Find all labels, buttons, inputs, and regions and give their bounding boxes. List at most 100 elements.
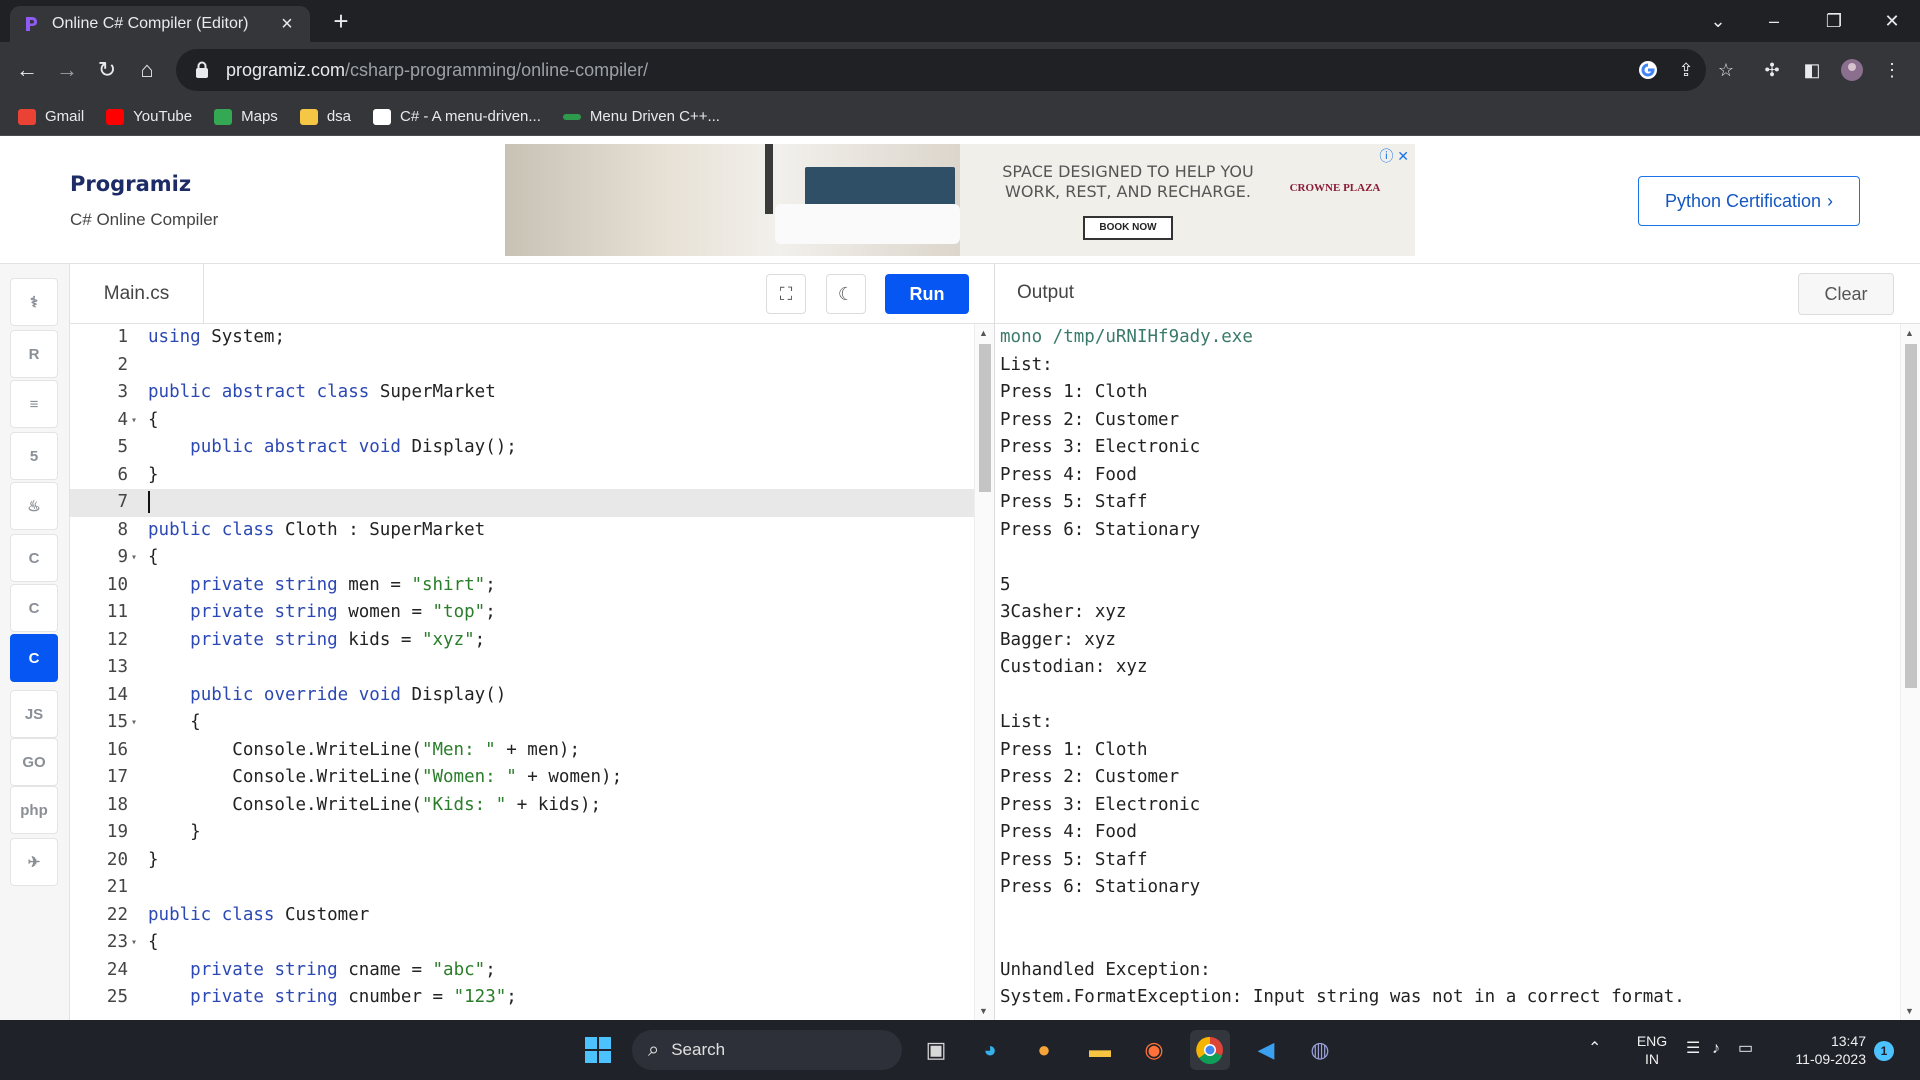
reload-icon[interactable]: ↻ — [91, 54, 123, 86]
bookmark-csharp-menu[interactable]: C# - A menu-driven... — [373, 108, 541, 125]
close-tab-icon[interactable]: × — [276, 13, 298, 35]
code-line[interactable]: 12 private string kids = "xyz"; — [70, 627, 974, 655]
vscode-icon[interactable]: ◀ — [1246, 1030, 1286, 1070]
fullscreen-icon[interactable]: ⛶ — [766, 274, 806, 314]
scroll-down-icon[interactable]: ▼ — [979, 1006, 988, 1016]
code-line[interactable]: 25 private string cnumber = "123"; — [70, 984, 974, 1012]
python-certification-button[interactable]: Python Certification › — [1638, 176, 1860, 226]
lang-swift-button[interactable]: ✈ — [10, 838, 58, 886]
fold-toggle-icon[interactable]: ▾ — [131, 709, 137, 737]
file-explorer-icon[interactable]: ▬ — [1080, 1030, 1120, 1070]
programiz-logo[interactable]: Programiz — [70, 172, 191, 196]
code-line[interactable]: 20} — [70, 847, 974, 875]
code-line[interactable]: 8 public class Cloth : SuperMarket — [70, 517, 974, 545]
fold-toggle-icon[interactable]: ▾ — [131, 407, 137, 435]
lang-js-button[interactable]: JS — [10, 690, 58, 738]
code-line[interactable]: 17 Console.WriteLine("Women: " + women); — [70, 764, 974, 792]
file-tab[interactable]: Main.cs — [70, 264, 204, 324]
tab-search-icon[interactable]: ⌄ — [1690, 0, 1746, 42]
output-scroll-thumb[interactable] — [1905, 344, 1917, 688]
code-line[interactable]: 16 Console.WriteLine("Men: " + men); — [70, 737, 974, 765]
new-tab-icon[interactable]: + — [326, 8, 356, 34]
bookmark-youtube[interactable]: YouTube — [106, 108, 192, 125]
bookmark-star-icon[interactable]: ☆ — [1714, 58, 1738, 82]
code-line[interactable]: 10 private string men = "shirt"; — [70, 572, 974, 600]
code-line[interactable]: 4 ▾ { — [70, 407, 974, 435]
code-line[interactable]: 11 private string women = "top"; — [70, 599, 974, 627]
code-line[interactable]: 24 private string cname = "abc"; — [70, 957, 974, 985]
scroll-down-icon[interactable]: ▼ — [1905, 1006, 1914, 1016]
bookmark-dsa[interactable]: dsa — [299, 108, 351, 125]
clear-button[interactable]: Clear — [1798, 273, 1894, 315]
google-lens-icon[interactable] — [1636, 58, 1660, 82]
windows-start-icon[interactable] — [578, 1030, 618, 1070]
ad-book-now-button[interactable]: BOOK NOW — [1083, 216, 1173, 240]
code-line[interactable]: 22 public class Customer — [70, 902, 974, 930]
bookmark-gmail[interactable]: Gmail — [18, 108, 84, 125]
firefox-icon[interactable]: ◉ — [1134, 1030, 1174, 1070]
ad-close-icon[interactable]: ⓘ ✕ — [1379, 146, 1409, 166]
tray-overflow-icon[interactable]: ⌃ — [1588, 1040, 1601, 1058]
close-window-icon[interactable]: ✕ — [1864, 0, 1920, 42]
chrome-icon[interactable] — [1190, 1030, 1230, 1070]
clock[interactable]: 13:47 11-09-2023 — [1776, 1032, 1866, 1068]
address-bar[interactable]: programiz.com/csharp-programming/online-… — [176, 49, 1734, 91]
back-icon[interactable]: ← — [11, 54, 43, 86]
share-icon[interactable]: ⇪ — [1674, 58, 1698, 82]
lang-cpp-button[interactable]: C — [10, 584, 58, 632]
eclipse-icon[interactable]: ◍ — [1300, 1030, 1340, 1070]
code-line[interactable]: 7 — [70, 489, 974, 517]
bookmark-menu-driven-cpp[interactable]: Menu Driven C++... — [562, 108, 720, 125]
task-view-icon[interactable]: ▣ — [916, 1030, 956, 1070]
code-line[interactable]: 15 ▾ { — [70, 709, 974, 737]
language-indicator[interactable]: ENG IN — [1632, 1032, 1672, 1068]
lang-sql-button[interactable]: ≡ — [10, 380, 58, 428]
bookmark-maps[interactable]: Maps — [214, 108, 278, 125]
ad-banner[interactable]: SPACE DESIGNED TO HELP YOU WORK, REST, A… — [505, 144, 1415, 256]
fold-toggle-icon[interactable]: ▾ — [131, 544, 137, 572]
code-line[interactable]: 19 } — [70, 819, 974, 847]
code-line[interactable]: 21 — [70, 874, 974, 902]
home-icon[interactable]: ⌂ — [131, 54, 163, 86]
restore-icon[interactable]: ❐ — [1806, 0, 1862, 42]
code-line[interactable]: 18 Console.WriteLine("Kids: " + kids); — [70, 792, 974, 820]
code-line[interactable]: 5 public abstract void Display(); — [70, 434, 974, 462]
profile-avatar[interactable] — [1836, 54, 1868, 86]
lang-java-button[interactable]: ♨ — [10, 482, 58, 530]
battery-icon[interactable]: ▭ — [1738, 1040, 1753, 1058]
lang-python-button[interactable]: ⚕ — [10, 278, 58, 326]
lang-c-button[interactable]: C — [10, 534, 58, 582]
code-line[interactable]: 9 ▾ { — [70, 544, 974, 572]
side-panel-icon[interactable]: ◧ — [1796, 54, 1828, 86]
fold-toggle-icon[interactable]: ▾ — [131, 929, 137, 957]
run-button[interactable]: Run — [885, 274, 969, 314]
volume-icon[interactable]: ♪ — [1712, 1040, 1720, 1058]
editor-scroll-thumb[interactable] — [979, 344, 991, 492]
code-line[interactable]: 3 public abstract class SuperMarket — [70, 379, 974, 407]
weather-app-icon[interactable]: ● — [1024, 1030, 1064, 1070]
taskbar-search[interactable]: ⌕ Search — [632, 1030, 902, 1070]
output-scrollbar[interactable]: ▲ ▼ — [1900, 324, 1920, 1020]
notification-badge[interactable]: 1 — [1874, 1041, 1894, 1061]
scroll-up-icon[interactable]: ▲ — [979, 328, 988, 338]
output-console[interactable]: mono /tmp/uRNIHf9ady.exe List: Press 1: Cl… — [995, 324, 1900, 1020]
browser-tab[interactable]: Online C# Compiler (Editor) × — [10, 6, 310, 42]
code-line[interactable]: 13 — [70, 654, 974, 682]
dark-mode-icon[interactable]: ☾ — [826, 274, 866, 314]
lang-php-button[interactable]: php — [10, 786, 58, 834]
code-line[interactable]: 1 using System; — [70, 324, 974, 352]
edge-icon[interactable]: ◕ — [970, 1030, 1010, 1070]
lang-r-button[interactable]: R — [10, 330, 58, 378]
code-editor[interactable]: 1 using System; 2 3 public abstract class Su… — [70, 324, 974, 1020]
scroll-up-icon[interactable]: ▲ — [1905, 328, 1914, 338]
editor-scrollbar[interactable]: ▲ ▼ — [974, 324, 994, 1020]
code-line[interactable]: 2 — [70, 352, 974, 380]
extensions-icon[interactable]: ✣ — [1756, 54, 1788, 86]
forward-icon[interactable]: → — [51, 54, 83, 86]
lang-go-button[interactable]: GO — [10, 738, 58, 786]
code-line[interactable]: 23 ▾ { — [70, 929, 974, 957]
lang-html-button[interactable]: 5 — [10, 432, 58, 480]
code-line[interactable]: 6} — [70, 462, 974, 490]
wifi-icon[interactable]: ☰ — [1686, 1040, 1700, 1058]
lang-csharp-button[interactable]: C — [10, 634, 58, 682]
